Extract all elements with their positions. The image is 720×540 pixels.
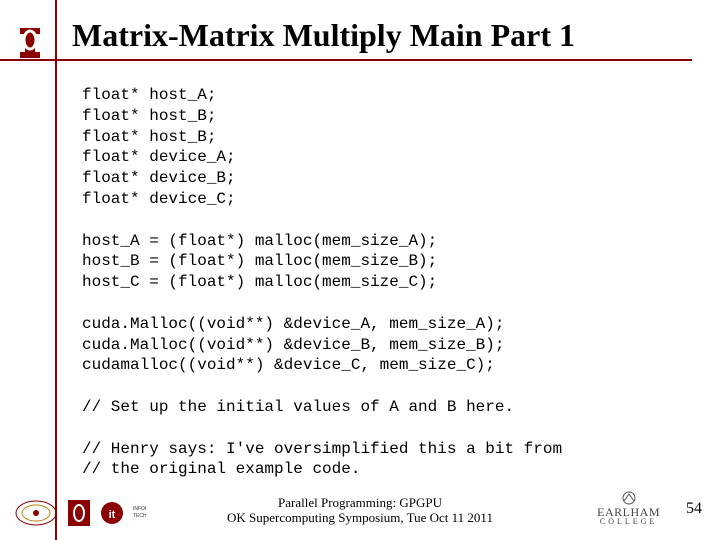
slide-title: Matrix-Matrix Multiply Main Part 1 [72,18,692,59]
code-block: float* host_A; float* host_B; float* hos… [82,85,692,480]
earlham-label-bot: COLLEGE [597,518,660,526]
code-line: host_C = (float*) malloc(mem_size_C); [82,273,437,291]
slide: Matrix-Matrix Multiply Main Part 1 float… [0,0,720,540]
page-number: 54 [686,500,702,518]
title-area: Matrix-Matrix Multiply Main Part 1 [72,18,692,61]
code-line: host_B = (float*) malloc(mem_size_B); [82,252,437,270]
code-line: cuda.Malloc((void**) &device_B, mem_size… [82,336,504,354]
code-line: float* device_C; [82,190,236,208]
footer-logos-right: EARLHAM COLLEGE [597,491,660,526]
code-line: cuda.Malloc((void**) &device_A, mem_size… [82,315,504,333]
code-line: host_A = (float*) malloc(mem_size_A); [82,232,437,250]
earlham-logo-icon: EARLHAM COLLEGE [597,491,660,526]
code-line: // Set up the initial values of A and B … [82,398,514,416]
code-line: // Henry says: I've oversimplified this … [82,440,562,458]
code-line: float* device_B; [82,169,236,187]
code-line: cudamalloc((void**) &device_C, mem_size_… [82,356,495,374]
code-line: float* host_A; [82,86,216,104]
ou-logo-icon [12,22,48,58]
code-line: float* host_B; [82,128,216,146]
code-line: // the original example code. [82,460,360,478]
footer: it INFORMATION TECHNOLOGY Parallel Progr… [0,486,720,528]
code-line: float* device_A; [82,148,236,166]
code-line: float* host_B; [82,107,216,125]
vertical-rule [55,0,57,540]
